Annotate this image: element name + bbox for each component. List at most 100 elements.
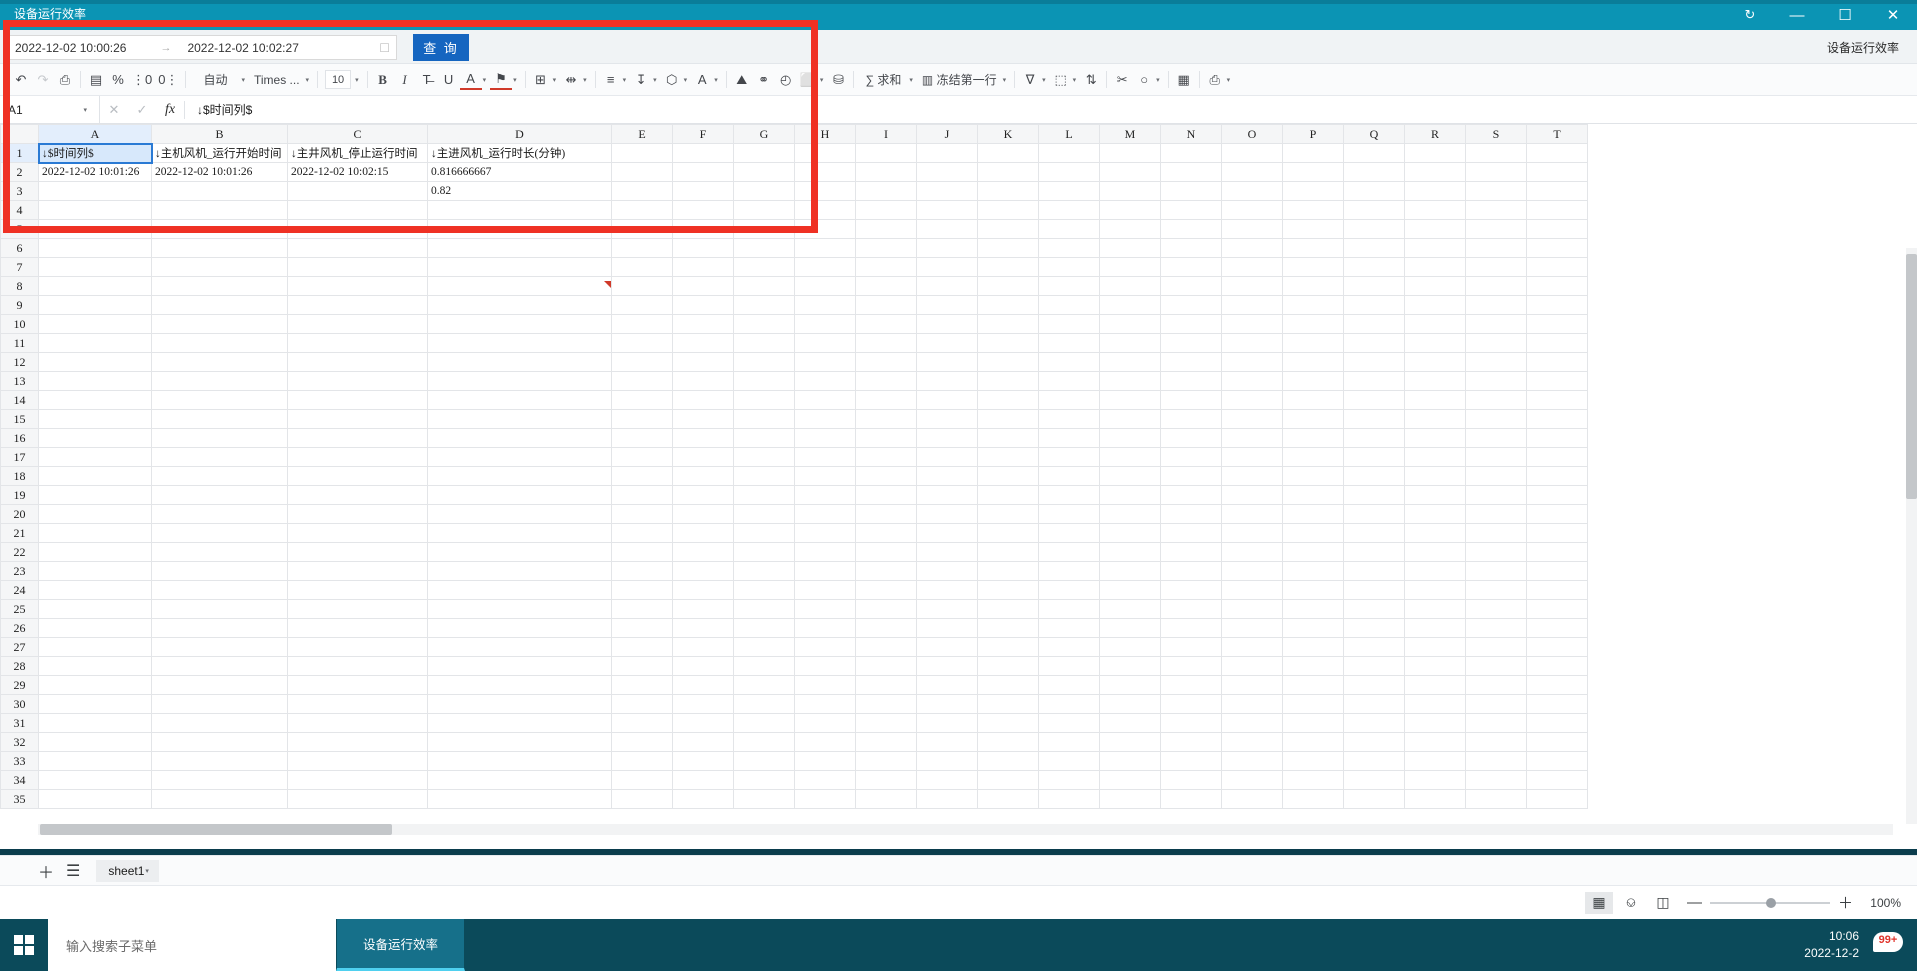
cell-D11[interactable] [427, 333, 612, 353]
font-family-select[interactable]: Times ... [249, 69, 305, 91]
cell-N10[interactable] [1160, 314, 1222, 334]
cell-Q28[interactable] [1343, 656, 1405, 676]
cell-N16[interactable] [1160, 428, 1222, 448]
cell-O6[interactable] [1221, 238, 1283, 258]
cell-F29[interactable] [672, 675, 734, 695]
cell-N23[interactable] [1160, 561, 1222, 581]
cell-L19[interactable] [1038, 485, 1100, 505]
horizontal-scrollbar-thumb[interactable] [40, 824, 392, 835]
cell-C29[interactable] [287, 675, 428, 695]
cell-S16[interactable] [1465, 428, 1527, 448]
row-header-1[interactable]: 1 [0, 143, 39, 163]
cell-C6[interactable] [287, 238, 428, 258]
cell-N13[interactable] [1160, 371, 1222, 391]
row-header-16[interactable]: 16 [0, 428, 39, 448]
cell-B30[interactable] [151, 694, 288, 714]
cell-Q16[interactable] [1343, 428, 1405, 448]
cell-A18[interactable] [38, 466, 152, 486]
cell-D34[interactable] [427, 770, 612, 790]
cell-E35[interactable] [611, 789, 673, 809]
cell-J22[interactable] [916, 542, 978, 562]
cell-K30[interactable] [977, 694, 1039, 714]
cell-Q10[interactable] [1343, 314, 1405, 334]
cell-I31[interactable] [855, 713, 917, 733]
chevron-down-icon[interactable]: ▾ [622, 76, 631, 84]
cell-G7[interactable] [733, 257, 795, 277]
cell-R20[interactable] [1404, 504, 1466, 524]
cell-N1[interactable] [1160, 143, 1222, 163]
cell-J31[interactable] [916, 713, 978, 733]
cell-C18[interactable] [287, 466, 428, 486]
cell-K25[interactable] [977, 599, 1039, 619]
cell-I15[interactable] [855, 409, 917, 429]
taskbar-clock[interactable]: 10:06 2022-12-2 [1804, 928, 1859, 962]
cell-H27[interactable] [794, 637, 856, 657]
cell-K3[interactable] [977, 181, 1039, 201]
cell-F30[interactable] [672, 694, 734, 714]
cell-P19[interactable] [1282, 485, 1344, 505]
cell-B24[interactable] [151, 580, 288, 600]
cell-G4[interactable] [733, 200, 795, 220]
sheet-list-icon[interactable]: ☰ [66, 861, 80, 881]
cell-K19[interactable] [977, 485, 1039, 505]
cell-L16[interactable] [1038, 428, 1100, 448]
row-header-3[interactable]: 3 [0, 181, 39, 201]
cell-J15[interactable] [916, 409, 978, 429]
conditional-format-icon[interactable]: ⬚ [1050, 69, 1072, 91]
cell-K26[interactable] [977, 618, 1039, 638]
view-normal-icon[interactable]: ▦ [1584, 891, 1613, 914]
chevron-down-icon[interactable]: ▾ [144, 867, 153, 875]
row-header-2[interactable]: 2 [0, 162, 39, 182]
cell-D6[interactable] [427, 238, 612, 258]
cell-B4[interactable] [151, 200, 288, 220]
cell-K23[interactable] [977, 561, 1039, 581]
cell-R18[interactable] [1404, 466, 1466, 486]
cell-S26[interactable] [1465, 618, 1527, 638]
cell-N14[interactable] [1160, 390, 1222, 410]
row-header-4[interactable]: 4 [0, 200, 39, 220]
calendar-icon[interactable]: ☐ [379, 41, 390, 55]
cell-E12[interactable] [611, 352, 673, 372]
cell-F34[interactable] [672, 770, 734, 790]
cell-E34[interactable] [611, 770, 673, 790]
cell-F14[interactable] [672, 390, 734, 410]
cell-O26[interactable] [1221, 618, 1283, 638]
cell-R34[interactable] [1404, 770, 1466, 790]
cell-Q17[interactable] [1343, 447, 1405, 467]
cell-O24[interactable] [1221, 580, 1283, 600]
cell-B35[interactable] [151, 789, 288, 809]
cell-O21[interactable] [1221, 523, 1283, 543]
cell-J28[interactable] [916, 656, 978, 676]
cell-N24[interactable] [1160, 580, 1222, 600]
cell-H9[interactable] [794, 295, 856, 315]
cell-G26[interactable] [733, 618, 795, 638]
end-datetime-input[interactable]: 2022-12-02 10:02:27 [187, 41, 298, 55]
cell-E2[interactable] [611, 162, 673, 182]
cell-S31[interactable] [1465, 713, 1527, 733]
cell-S2[interactable] [1465, 162, 1527, 182]
filter-icon[interactable]: ∇ [1019, 69, 1041, 91]
cell-I34[interactable] [855, 770, 917, 790]
cell-H23[interactable] [794, 561, 856, 581]
cell-D31[interactable] [427, 713, 612, 733]
cell-M17[interactable] [1099, 447, 1161, 467]
cell-L4[interactable] [1038, 200, 1100, 220]
cell-S7[interactable] [1465, 257, 1527, 277]
cell-O29[interactable] [1221, 675, 1283, 695]
cell-M34[interactable] [1099, 770, 1161, 790]
cell-K4[interactable] [977, 200, 1039, 220]
cell-A2[interactable]: 2022-12-02 10:01:26 [38, 162, 152, 182]
cell-K11[interactable] [977, 333, 1039, 353]
cell-R5[interactable] [1404, 219, 1466, 239]
cell-E25[interactable] [611, 599, 673, 619]
cell-K13[interactable] [977, 371, 1039, 391]
cell-R25[interactable] [1404, 599, 1466, 619]
cell-C15[interactable] [287, 409, 428, 429]
cell-O3[interactable] [1221, 181, 1283, 201]
cell-R16[interactable] [1404, 428, 1466, 448]
cell-L27[interactable] [1038, 637, 1100, 657]
cell-N29[interactable] [1160, 675, 1222, 695]
cell-M32[interactable] [1099, 732, 1161, 752]
cell-D3[interactable]: 0.82 [427, 181, 612, 201]
cell-C14[interactable] [287, 390, 428, 410]
